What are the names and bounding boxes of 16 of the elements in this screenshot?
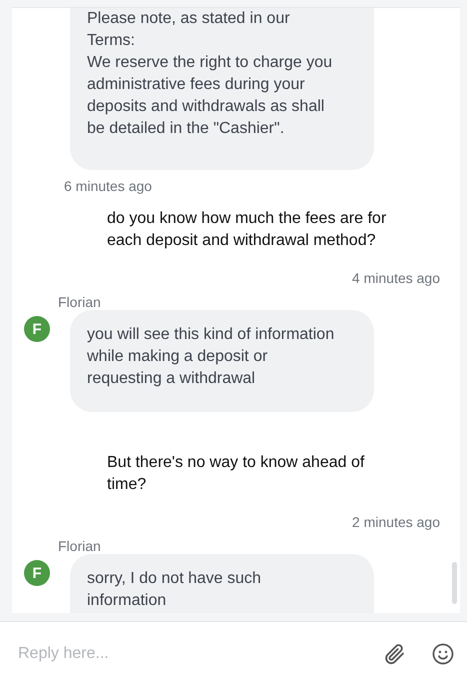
reply-field[interactable]: Reply here...: [18, 640, 359, 666]
avatar: F: [24, 316, 50, 342]
timestamp: 6 minutes ago: [64, 178, 153, 194]
paperclip-icon[interactable]: [383, 642, 407, 666]
message-bubble: you will see this kind of information while making a deposit or requesting a withdrawal: [70, 310, 374, 412]
message-bubble: sorry, I do not have such information: [70, 554, 374, 613]
timestamp: 2 minutes ago: [352, 514, 440, 530]
scrollbar-thumb[interactable]: [452, 562, 457, 604]
timestamp: 4 minutes ago: [352, 270, 440, 286]
avatar: F: [24, 560, 50, 586]
emoji-icon[interactable]: [431, 642, 455, 666]
message-bubble: Please note, as stated in our Terms: We reserve the right to charge you administrative fees during your deposits and withdrawals as shall be detailed in the "Cashier".: [70, 8, 374, 170]
sender-name: Florian: [58, 538, 102, 554]
message-text: do you know how much the fees are for each deposit and withdrawal method?: [107, 209, 386, 251]
sender-name: Florian: [58, 294, 102, 310]
message-text: But there's no way to know ahead of time?: [107, 453, 364, 495]
